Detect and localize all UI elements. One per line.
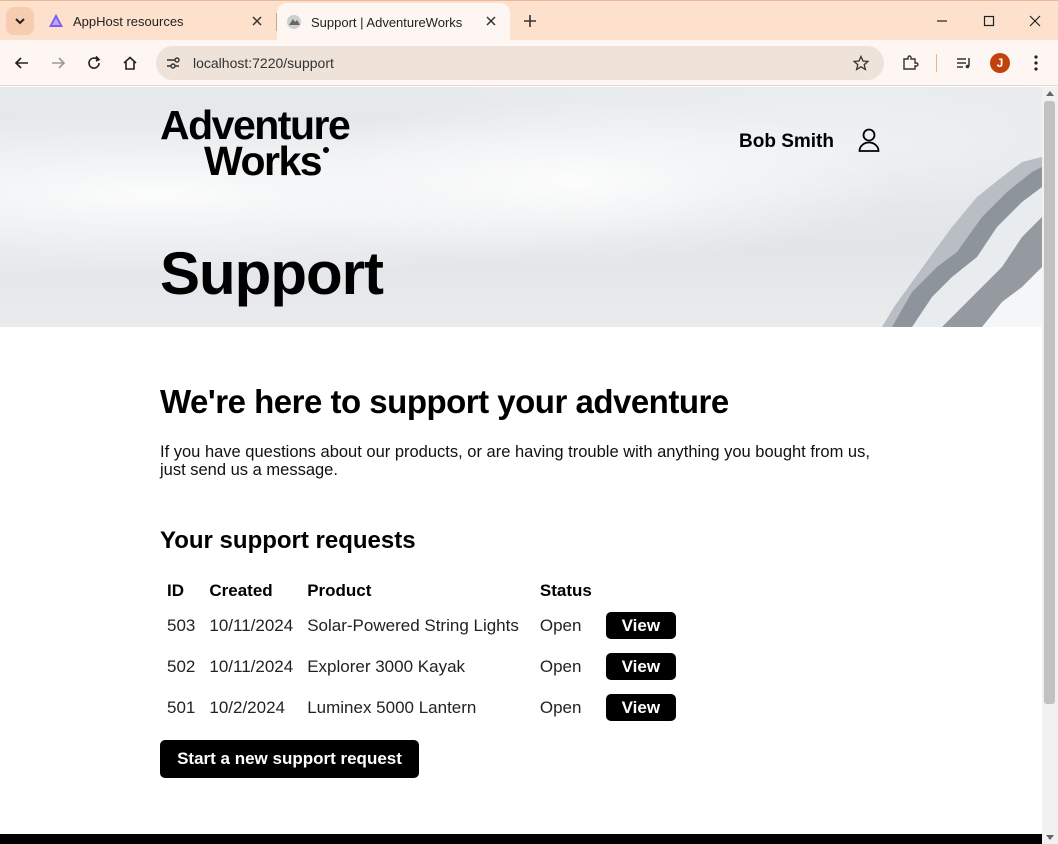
user-icon[interactable] [857,127,881,153]
minimize-icon [937,20,947,22]
browser-menu-button[interactable] [1023,50,1049,76]
request-product: Explorer 3000 Kayak [307,656,466,676]
extensions-button[interactable] [897,50,923,76]
hero-banner: Adventure Works Bob Smith Support [0,87,1042,327]
page-footer [0,834,1042,844]
request-status: Open [539,656,582,676]
tab-support[interactable]: Support | AdventureWorks [277,3,510,41]
support-requests-table: ID Created Product Status 503 10/11/2024… [160,577,683,728]
window-close-button[interactable] [1023,9,1047,33]
maximize-icon [983,15,995,27]
tab-title: Support | AdventureWorks [311,14,463,30]
puzzle-icon [903,55,919,70]
new-tab-button[interactable] [520,11,540,31]
plus-icon [524,15,536,27]
aspire-logo-icon [48,13,64,29]
scroll-up-arrow-icon[interactable] [1046,91,1054,96]
adventureworks-favicon-icon [286,14,302,30]
request-product: Solar-Powered String Lights [307,615,519,635]
site-settings-icon[interactable] [164,54,182,72]
view-request-button[interactable]: View [605,612,676,639]
browser-titlebar: AppHost resources Support | AdventureWor… [0,0,1058,41]
user-name[interactable]: Bob Smith [739,131,834,153]
forward-button[interactable] [45,50,71,76]
reload-button[interactable] [81,50,107,76]
profile-avatar[interactable]: J [990,53,1010,73]
arrow-left-icon [14,57,28,69]
requests-heading: Your support requests [160,527,416,554]
arrow-right-icon [52,57,66,69]
bookmark-star-icon[interactable] [852,54,870,72]
mountain-image [882,157,1042,327]
table-row: 503 10/11/2024 Solar-Powered String Ligh… [160,605,683,646]
table-header-row: ID Created Product Status [160,577,683,605]
chevron-down-icon [15,18,25,25]
request-created: 10/11/2024 [209,656,294,676]
request-status: Open [539,615,582,635]
page-title: Support [160,240,384,307]
reload-icon [88,55,101,69]
media-controls-button[interactable] [951,50,977,76]
table-row: 501 10/2/2024 Luminex 5000 Lantern Open … [160,687,683,728]
request-created: 10/2/2024 [209,697,286,717]
back-button[interactable] [9,50,35,76]
view-request-button[interactable]: View [605,694,676,721]
support-intro: If you have questions about our products… [160,443,870,479]
adventureworks-logo[interactable]: Adventure Works [160,105,351,182]
column-header-product: Product [307,581,372,600]
table-row: 502 10/11/2024 Explorer 3000 Kayak Open … [160,646,683,687]
view-request-button[interactable]: View [605,653,676,680]
url-text: localhost:7220/support [193,55,334,71]
page-scrollbar[interactable] [1042,87,1058,844]
address-bar[interactable]: localhost:7220/support [156,46,884,80]
column-header-action [599,577,683,605]
request-id: 502 [167,656,196,676]
tab-apphost[interactable]: AppHost resources [40,3,276,39]
close-icon[interactable] [248,12,266,30]
minimize-button[interactable] [930,9,954,33]
request-id: 501 [167,697,196,717]
playlist-music-icon [957,58,970,69]
tab-search-button[interactable] [6,7,34,35]
more-vertical-icon [1034,55,1038,71]
request-id: 503 [167,615,196,635]
tab-title: AppHost resources [73,13,184,29]
logo-dot [323,147,330,153]
new-support-request-button[interactable]: Start a new support request [160,740,419,778]
page-viewport: Adventure Works Bob Smith Support We're … [0,87,1042,844]
column-header-created: Created [209,581,273,600]
home-button[interactable] [117,50,143,76]
scrollbar-thumb[interactable] [1044,101,1055,704]
toolbar-divider [936,54,937,72]
request-created: 10/11/2024 [209,615,294,635]
support-heading: We're here to support your adventure [160,383,729,420]
logo-line-2: Works [204,138,323,184]
browser-toolbar: localhost:7220/support J [0,40,1058,86]
home-icon [123,56,137,70]
request-product: Luminex 5000 Lantern [307,697,477,717]
close-icon [1029,15,1041,27]
close-icon[interactable] [482,12,500,30]
scroll-down-arrow-icon[interactable] [1046,835,1054,840]
maximize-button[interactable] [977,9,1001,33]
column-header-status: Status [539,581,592,600]
column-header-id: ID [167,581,184,600]
request-status: Open [539,697,582,717]
